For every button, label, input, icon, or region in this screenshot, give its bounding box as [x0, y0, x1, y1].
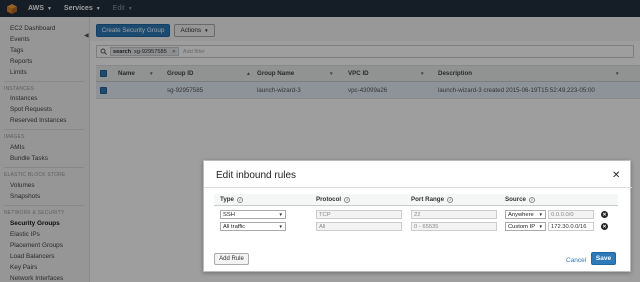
chevron-down-icon: ▼	[538, 224, 543, 229]
source-select-value: Anywhere	[508, 211, 534, 218]
port-range-field: 0 - 65535	[411, 222, 497, 231]
rules-header: Type i Protocol i Port Range i Source i	[214, 194, 618, 206]
close-icon[interactable]: ✕	[612, 170, 620, 181]
source-cidr-field: 0.0.0.0/0	[548, 210, 594, 219]
info-icon[interactable]: i	[447, 196, 454, 203]
delete-rule-icon[interactable]: ✕	[601, 211, 608, 218]
chevron-down-icon: ▼	[278, 212, 283, 217]
source-select-value: Custom IP	[508, 223, 536, 230]
info-icon[interactable]: i	[528, 196, 535, 203]
rule-row: SSH ▼ TCP 22 Anywhere ▼ 0.0.0.0/0 ✕	[214, 209, 618, 221]
save-button[interactable]: Save	[591, 252, 616, 265]
type-select[interactable]: All traffic ▼	[220, 222, 286, 231]
port-range-field: 22	[411, 210, 497, 219]
header-protocol: Protocol	[316, 196, 342, 203]
info-icon[interactable]: i	[236, 196, 243, 203]
header-source: Source	[505, 196, 526, 203]
cancel-link[interactable]: Cancel	[566, 257, 586, 264]
source-select[interactable]: Custom IP ▼	[505, 222, 546, 231]
type-select[interactable]: SSH ▼	[220, 210, 286, 219]
source-cidr-input[interactable]: 172.30.0.0/16	[548, 222, 594, 231]
source-select[interactable]: Anywhere ▼	[505, 210, 546, 219]
edit-inbound-rules-dialog: Edit inbound rules ✕ Type i Protocol i Por…	[203, 160, 632, 272]
dialog-title: Edit inbound rules	[216, 170, 297, 181]
delete-rule-icon[interactable]: ✕	[601, 223, 608, 230]
add-rule-button[interactable]: Add Rule	[214, 253, 249, 265]
info-icon[interactable]: i	[344, 196, 351, 203]
header-port-range: Port Range	[411, 196, 445, 203]
chevron-down-icon: ▼	[278, 224, 283, 229]
type-select-value: All traffic	[223, 223, 246, 230]
type-select-value: SSH	[223, 211, 235, 218]
rule-row: All traffic ▼ All 0 - 65535 Custom IP ▼ 17…	[214, 221, 618, 233]
protocol-field: TCP	[316, 210, 402, 219]
divider	[204, 187, 632, 188]
chevron-down-icon: ▼	[538, 212, 543, 217]
protocol-field: All	[316, 222, 402, 231]
inbound-rules-table: Type i Protocol i Port Range i Source i SSH ▼…	[214, 194, 618, 233]
header-type: Type	[220, 196, 234, 203]
